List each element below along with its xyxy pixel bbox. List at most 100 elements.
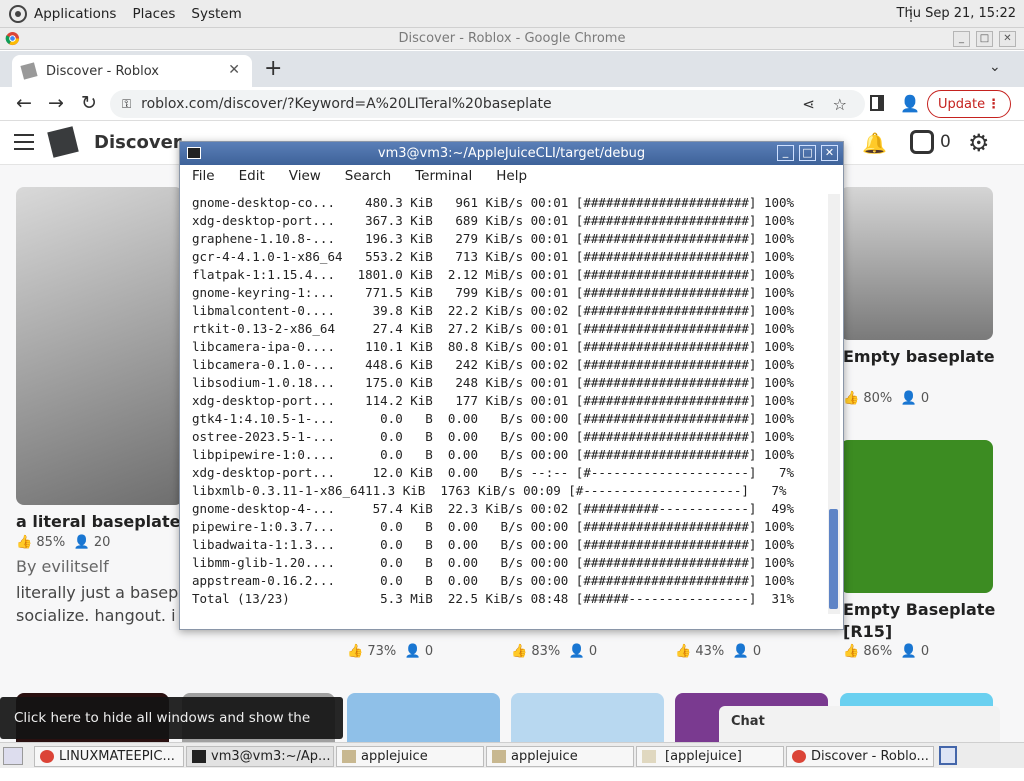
game-thumbnail[interactable] [347,693,500,742]
game-title[interactable]: Empty baseplate [843,347,995,366]
game-title-line2[interactable]: [R15] [843,622,892,641]
update-button[interactable]: Update ⋮ [927,90,1011,118]
menu-view[interactable]: View [277,168,333,190]
menu-help[interactable]: Help [484,168,539,190]
tab-close-icon[interactable]: ✕ [228,62,240,78]
player-count: 20 [93,535,111,550]
game-thumbnail-empty-baseplate[interactable] [840,187,993,340]
menu-edit[interactable]: Edit [227,168,277,190]
chrome-icon [792,750,806,763]
player-count: 0 [424,644,434,659]
taskbar-item-applejuice-minimized[interactable]: [applejuice] [636,746,784,767]
applications-menu[interactable]: Applications [0,0,124,28]
game-rating: 83% [531,644,561,659]
taskbar-item-applejuice-2[interactable]: applejuice [486,746,634,767]
profile-icon[interactable]: 👤 [900,94,920,113]
folder-icon [342,750,356,763]
taskbar-label: [applejuice] [665,749,742,764]
menu-terminal[interactable]: Terminal [403,168,484,190]
url-text: roblox.com/discover/?Keyword=A%20LITeral… [141,96,552,112]
terminal-line: appstream-0.16.2... 0.0 B 0.00 B/s 00:00… [192,573,795,588]
hamburger-menu-icon[interactable] [14,134,34,150]
taskbar-item-discover-roblox[interactable]: Discover - Roblo... [786,746,934,767]
game-thumbnail[interactable] [511,693,664,742]
settings-gear-icon[interactable]: ⚙ [968,129,990,157]
show-desktop-button[interactable] [3,747,23,765]
folder-icon [642,750,656,763]
player-count: 0 [920,644,930,659]
game-stats: 👍 73% 👤 0 [347,644,433,659]
game-stats: 👍 80% 👤 0 [843,391,929,406]
game-title[interactable]: Empty Baseplate [843,600,995,619]
menu-search[interactable]: Search [333,168,403,190]
places-menu[interactable]: Places [124,0,183,28]
terminal-close-button[interactable]: ✕ [821,145,838,161]
player-count: 0 [588,644,598,659]
player-count: 0 [752,644,762,659]
forward-icon[interactable]: → [48,92,64,114]
clock[interactable]: Thu Sep 21, 15:22 [897,0,1016,28]
thumbs-up-icon: 👍 [347,644,364,659]
tab-discover-roblox[interactable]: Discover - Roblox ✕ [12,55,252,87]
terminal-output[interactable]: gnome-desktop-co... 480.3 KiB 961 KiB/s … [192,194,832,608]
taskbar-item-linuxmateepic[interactable]: LINUXMATEEPIC... [34,746,184,767]
players-icon: 👤 [73,535,90,550]
terminal-minimize-button[interactable]: _ [777,145,794,161]
terminal-maximize-button[interactable]: □ [799,145,816,161]
share-icon[interactable]: ⋖ [802,95,815,113]
robux-icon[interactable] [910,130,934,154]
terminal-line: libcamera-0.1.0-... 448.6 KiB 242 KiB/s … [192,357,795,372]
game-thumbnail-empty-baseplate-r15[interactable] [840,440,993,593]
taskbar-label: applejuice [511,749,578,764]
notifications-bell-icon[interactable]: 🔔 [862,131,887,155]
game-stats: 👍 85% 👤 20 [16,535,110,550]
maximize-button[interactable]: □ [976,31,993,47]
taskbar-item-applejuice[interactable]: applejuice [336,746,484,767]
nav-discover[interactable]: Discover [94,132,182,153]
terminal-title: vm3@vm3:~/AppleJuiceCLI/target/debug [377,146,646,161]
terminal-line: libmalcontent-0.... 39.8 KiB 22.2 KiB/s … [192,303,795,318]
taskbar-label: vm3@vm3:~/Ap... [211,749,331,764]
game-stats: 👍 43% 👤 0 [675,644,761,659]
minimize-button[interactable]: _ [953,31,970,47]
chrome-title-bar[interactable]: Discover - Roblox - Google Chrome _ □ ✕ [0,28,1024,50]
game-rating: 73% [367,644,397,659]
players-icon: 👤 [568,644,585,659]
game-description-line1: literally just a basep [16,583,179,602]
url-bar[interactable]: ⚿ roblox.com/discover/?Keyword=A%20LITer… [110,90,865,118]
tab-search-chevron-icon[interactable]: ⌄ [989,59,1001,75]
system-menu[interactable]: System [183,0,249,28]
roblox-logo-icon[interactable] [47,126,79,158]
terminal-window[interactable]: vm3@vm3:~/AppleJuiceCLI/target/debug _ □… [179,141,844,630]
menu-dots-icon: ⋮ [987,96,1000,112]
terminal-line: gtk4-1:4.10.5-1-... 0.0 B 0.00 B/s 00:00… [192,411,795,426]
new-tab-button[interactable]: + [264,56,282,81]
workspace-switcher[interactable] [939,746,957,765]
game-title[interactable]: a literal baseplate. [16,512,187,531]
terminal-line: ostree-2023.5-1-... 0.0 B 0.00 B/s 00:00… [192,429,795,444]
terminal-line: graphene-1.10.8-... 196.3 KiB 279 KiB/s … [192,231,795,246]
terminal-icon [187,147,201,159]
terminal-line: libmm-glib-1.20.... 0.0 B 0.00 B/s 00:00… [192,555,795,570]
terminal-scrollbar[interactable] [828,194,840,614]
taskbar-item-terminal[interactable]: vm3@vm3:~/Ap... [186,746,334,767]
players-icon: 👤 [900,644,917,659]
game-rating: 85% [36,535,66,550]
taskbar-label: Discover - Roblo... [811,749,929,764]
game-thumbnail-literal-baseplate[interactable] [16,187,183,505]
terminal-line: gnome-desktop-4-... 57.4 KiB 22.3 KiB/s … [192,501,795,516]
terminal-line: libxmlb-0.3.11-1-x86_6411.3 KiB 1763 KiB… [192,483,787,498]
back-icon[interactable]: ← [16,92,32,114]
window-title: Discover - Roblox - Google Chrome [398,31,626,46]
site-info-icon[interactable]: ⚿ [122,97,131,112]
chat-panel[interactable]: Chat [719,706,1000,742]
terminal-title-bar[interactable]: vm3@vm3:~/AppleJuiceCLI/target/debug _ □… [180,142,843,165]
bookmark-star-icon[interactable]: ☆ [833,95,847,114]
sidebar-icon[interactable] [870,95,884,111]
menu-file[interactable]: File [180,168,227,190]
close-button[interactable]: ✕ [999,31,1016,47]
reload-icon[interactable]: ↻ [81,92,97,114]
show-desktop-tooltip: Click here to hide all windows and show … [0,697,343,768]
scrollbar-thumb[interactable] [829,509,838,609]
creator-name[interactable]: By evilitself [16,557,109,576]
